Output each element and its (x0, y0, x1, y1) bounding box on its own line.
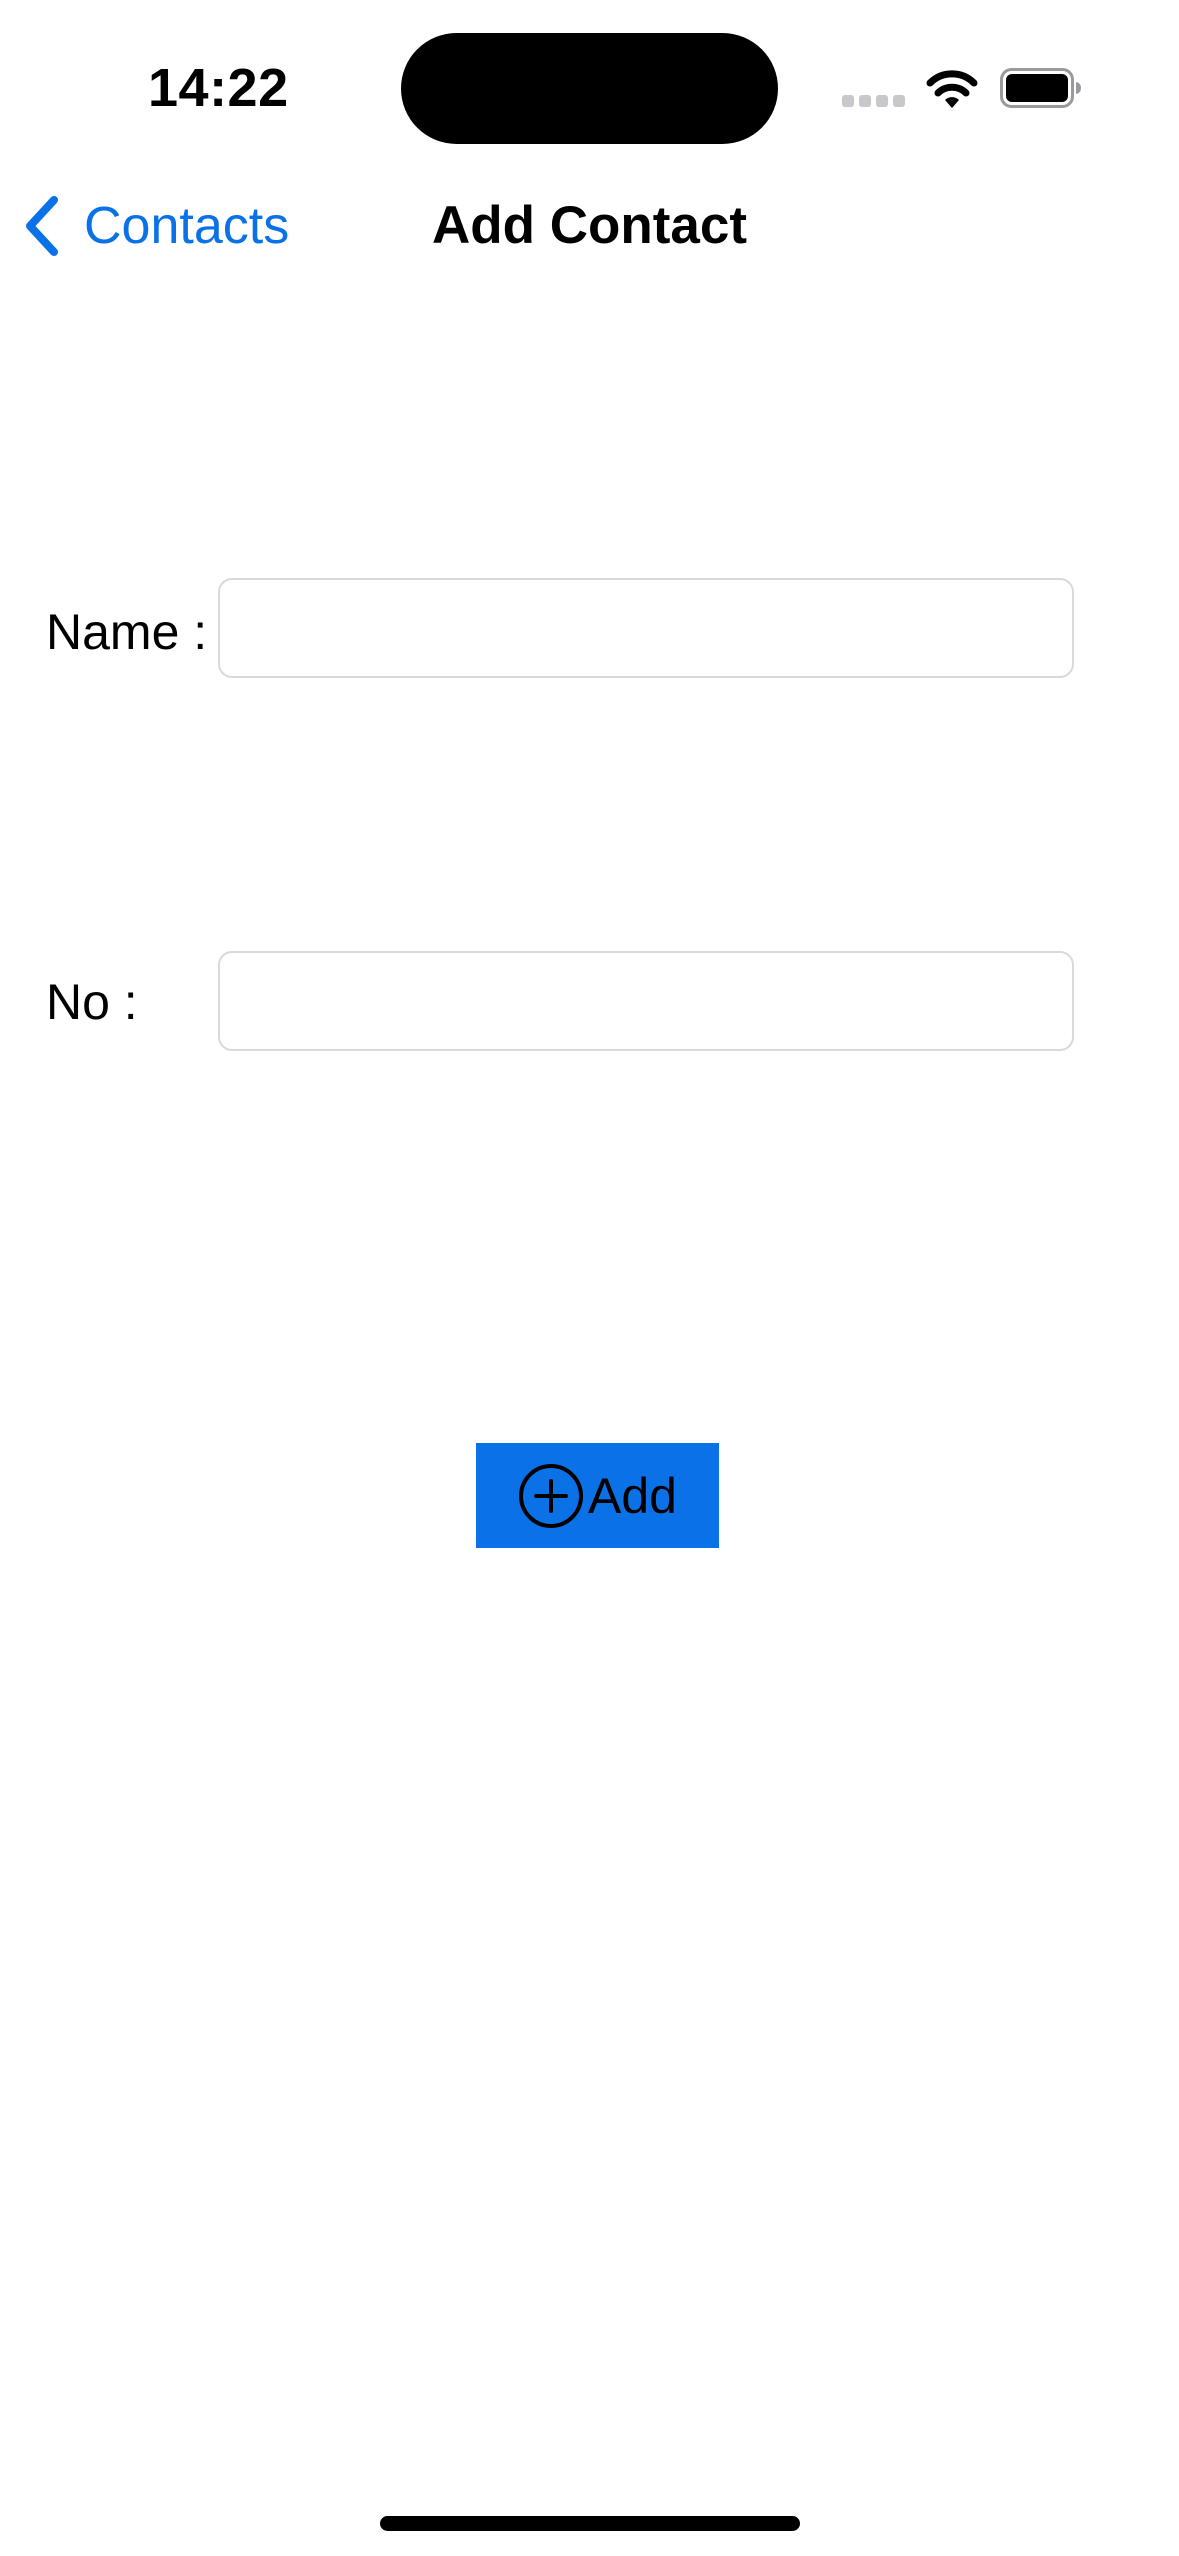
home-indicator (380, 2516, 800, 2531)
name-input[interactable] (218, 578, 1074, 678)
cellular-signal-icon (842, 95, 906, 107)
plus-circle-icon (519, 1463, 584, 1528)
status-time: 14:22 (148, 58, 289, 118)
wifi-icon (926, 70, 978, 108)
name-label: Name : (46, 604, 208, 660)
number-label: No : (46, 974, 138, 1030)
add-button[interactable]: Add (476, 1443, 719, 1548)
dynamic-island (401, 33, 778, 144)
page-title: Add Contact (431, 196, 748, 255)
add-button-label: Add (588, 1467, 677, 1524)
battery-icon (1000, 68, 1081, 108)
number-input[interactable] (218, 951, 1074, 1051)
